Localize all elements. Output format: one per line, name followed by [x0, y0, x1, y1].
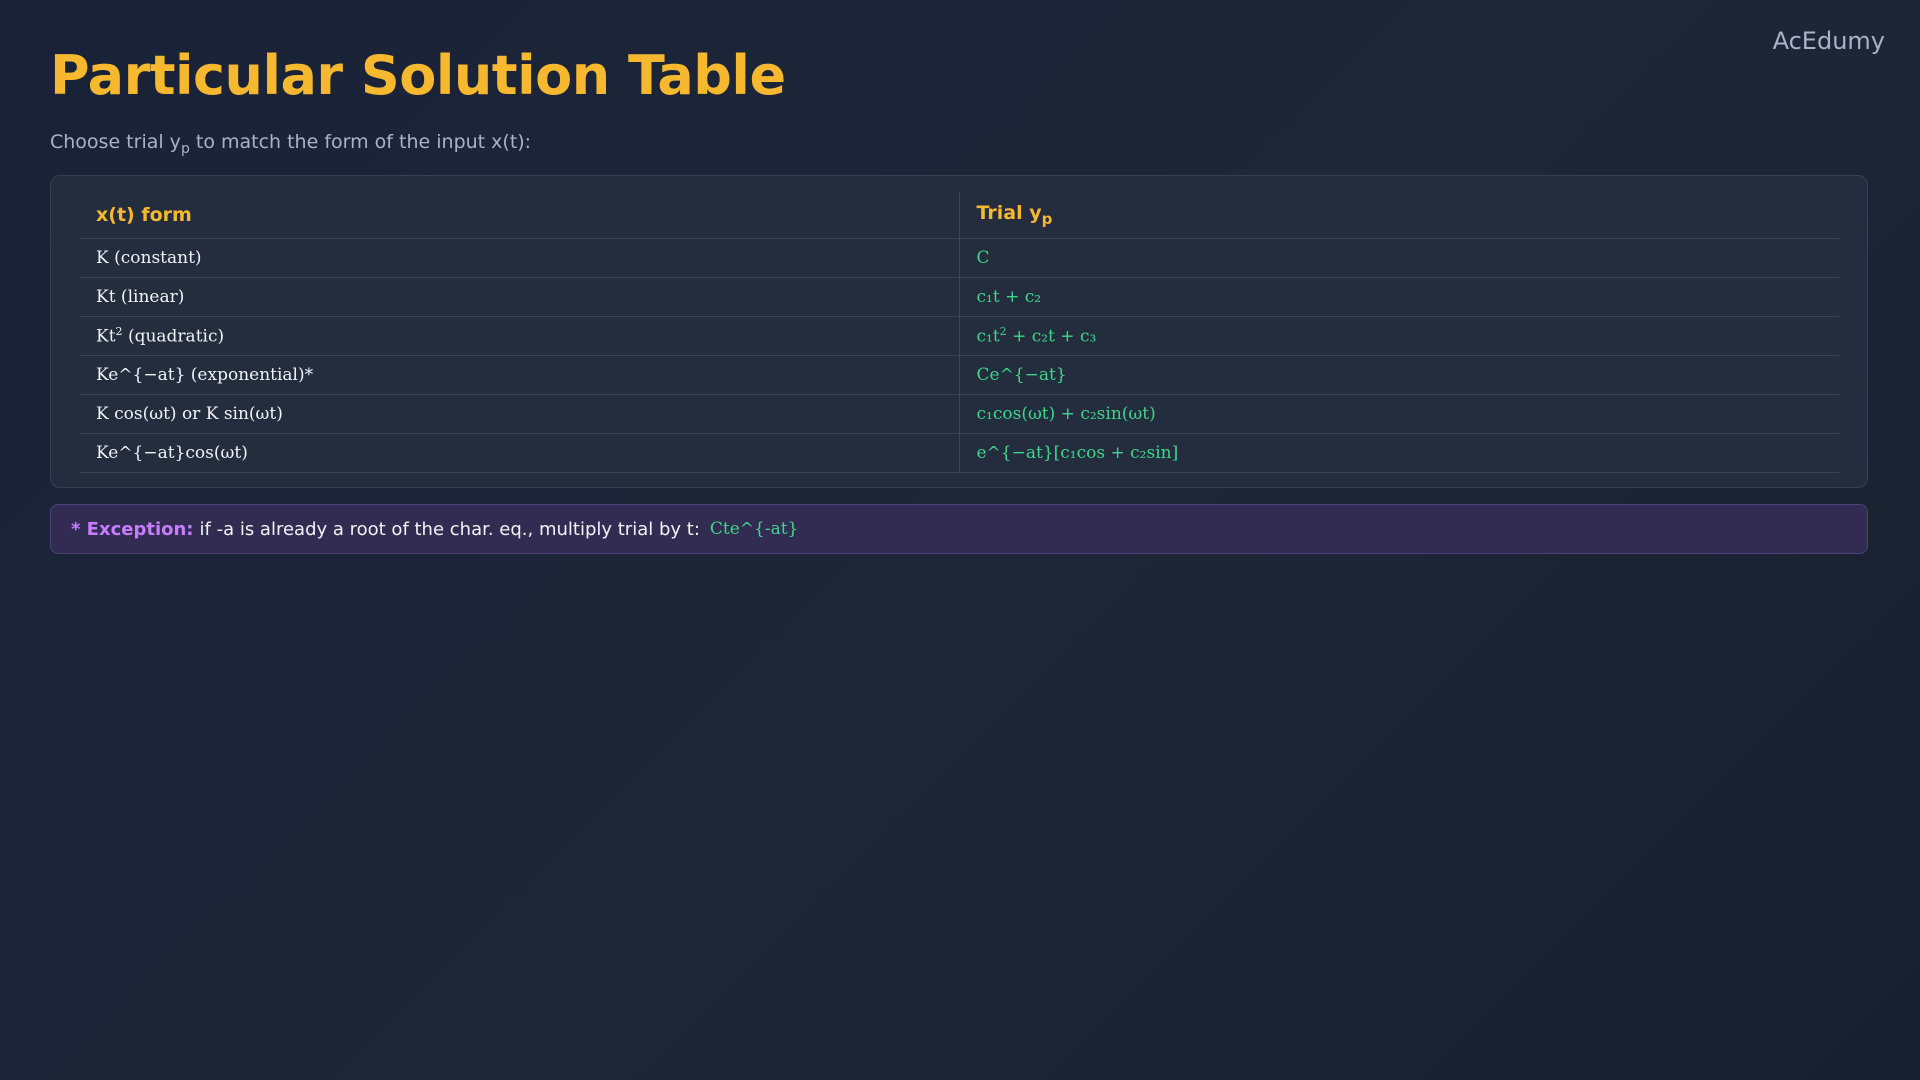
exception-label: * Exception: [71, 518, 194, 540]
table-row: K (constant) C [79, 238, 1839, 278]
x-form-pre: Kt [96, 326, 116, 347]
trial-cell: e^{−at}[c₁cos + c₂sin] [958, 433, 1839, 473]
table-header-row: x(t) form Trial yp [79, 192, 1839, 239]
exception-note: * Exception: if -a is already a root of … [50, 504, 1868, 554]
brand-logo: AcEdumy [1772, 27, 1885, 55]
solution-table-card: x(t) form Trial yp K (constant) C Kt (li… [50, 175, 1868, 488]
table-row: Kt2 (quadratic) c₁t2 + c₂t + c₃ [79, 316, 1839, 356]
subtitle-text-before: Choose trial y [50, 131, 181, 153]
trial-cell: C [958, 238, 1839, 278]
trial-cell: Ce^{−at} [958, 355, 1839, 395]
trial-pre: c₁t [976, 326, 1000, 347]
x-form-cell: Kt (linear) [79, 277, 959, 317]
header-x-form: x(t) form [79, 192, 959, 239]
table-row: Ke^{−at} (exponential)* Ce^{−at} [79, 355, 1839, 395]
x-form-cell: Kt2 (quadratic) [79, 316, 959, 356]
subtitle-text-after: to match the form of the input x(t): [189, 131, 532, 153]
table-row: K cos(ωt) or K sin(ωt) c₁cos(ωt) + c₂sin… [79, 394, 1839, 434]
header-trial: Trial yp [958, 192, 1839, 239]
table-row: Kt (linear) c₁t + c₂ [79, 277, 1839, 317]
trial-cell: c₁cos(ωt) + c₂sin(ωt) [958, 394, 1839, 434]
page-title: Particular Solution Table [50, 44, 786, 107]
subtitle-subscript: p [180, 140, 190, 157]
header-trial-sub: p [1041, 209, 1053, 228]
exception-text: if -a is already a root of the char. eq.… [199, 518, 700, 540]
x-form-cell: K cos(ωt) or K sin(ωt) [79, 394, 959, 434]
solution-table: x(t) form Trial yp K (constant) C Kt (li… [79, 192, 1839, 473]
trial-cell: c₁t2 + c₂t + c₃ [958, 316, 1839, 356]
x-form-exponent: 2 [115, 325, 123, 339]
header-trial-main: Trial y [976, 202, 1042, 225]
table-row: Ke^{−at}cos(ωt) e^{−at}[c₁cos + c₂sin] [79, 433, 1839, 473]
x-form-cell: K (constant) [79, 238, 959, 278]
x-form-cell: Ke^{−at} (exponential)* [79, 355, 959, 395]
trial-exponent: 2 [999, 325, 1007, 339]
x-form-post: (quadratic) [122, 326, 225, 347]
trial-post: + c₂t + c₃ [1006, 326, 1097, 347]
trial-cell: c₁t + c₂ [958, 277, 1839, 317]
x-form-cell: Ke^{−at}cos(ωt) [79, 433, 959, 473]
page-subtitle: Choose trial yp to match the form of the… [50, 131, 531, 157]
exception-formula: Cte^{-at} [709, 519, 799, 539]
